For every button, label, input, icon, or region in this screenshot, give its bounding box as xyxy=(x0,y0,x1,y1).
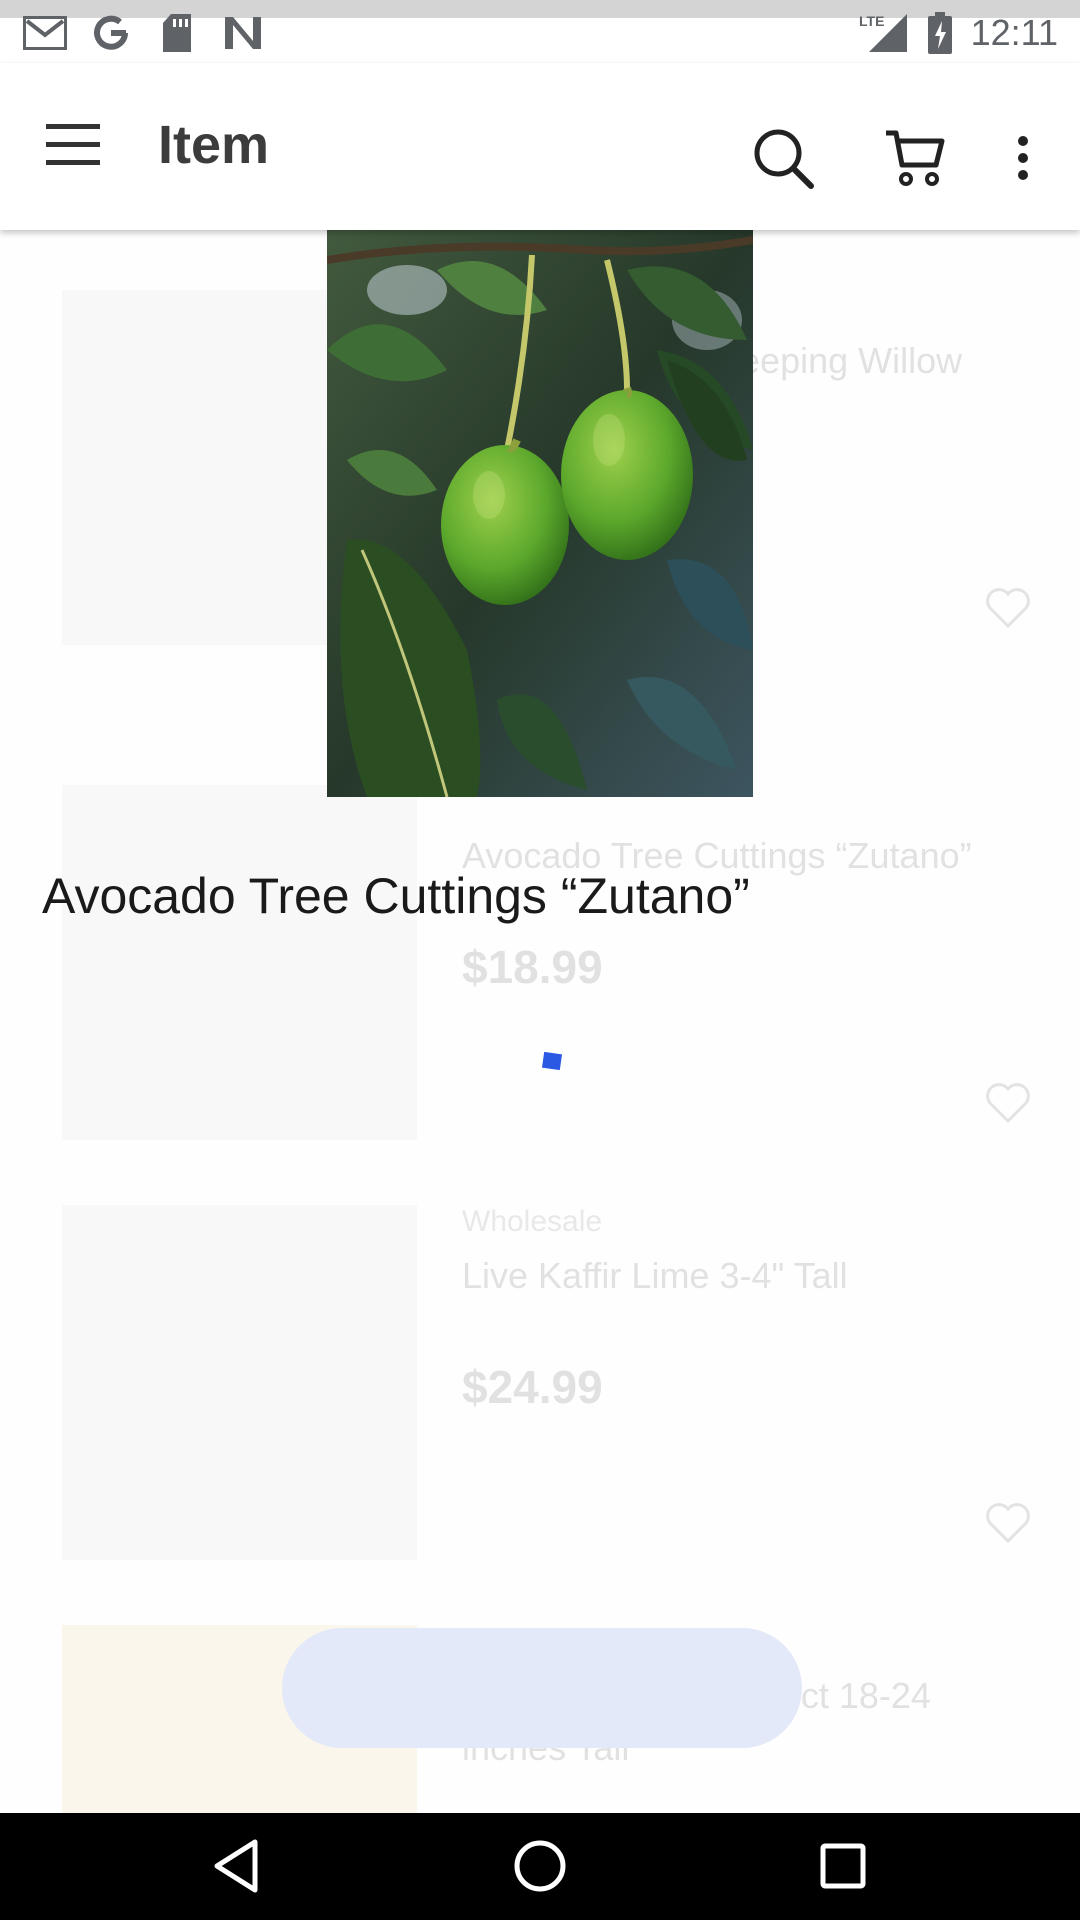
heart-icon xyxy=(986,588,1030,629)
product-name: Live Kaffir Lime 3-4" Tall xyxy=(462,1255,848,1296)
loading-indicator xyxy=(541,1051,563,1071)
menu-icon xyxy=(46,124,100,165)
product-thumbnail xyxy=(62,785,417,1140)
lte-signal-icon: LTE xyxy=(859,10,909,56)
product-title: Avocado Tree Cuttings “Zutano” xyxy=(42,868,750,924)
clock: 12:11 xyxy=(970,12,1058,53)
back-icon xyxy=(214,1839,258,1893)
gmail-icon xyxy=(22,10,68,56)
home-icon xyxy=(514,1840,566,1892)
search-button[interactable] xyxy=(748,123,818,193)
google-icon xyxy=(88,10,134,56)
app-bar: Item xyxy=(0,63,1080,230)
menu-button[interactable] xyxy=(36,107,110,181)
product-seller: Wholesale xyxy=(462,1205,603,1238)
navigation-bar xyxy=(0,1813,1080,1920)
avocado-photo xyxy=(327,230,753,797)
product-thumbnail xyxy=(62,1205,417,1560)
status-bar: LTE 12:11 xyxy=(0,0,1080,63)
cart-button[interactable] xyxy=(878,123,952,193)
product-image xyxy=(327,230,753,797)
heart-icon xyxy=(986,1503,1030,1544)
more-vert-icon xyxy=(1018,136,1028,180)
sd-card-icon xyxy=(154,10,200,56)
list-item: Wholesale Live Kaffir Lime 3-4" Tall $24… xyxy=(62,1205,1032,1565)
search-icon xyxy=(754,129,814,189)
heart-icon xyxy=(986,1083,1030,1124)
recents-icon xyxy=(820,1843,866,1889)
battery-charging-icon xyxy=(925,10,955,56)
recents-button[interactable] xyxy=(810,1833,876,1899)
product-price: $18.99 xyxy=(462,941,603,993)
product-price: $24.99 xyxy=(462,1361,603,1413)
n-app-icon xyxy=(220,10,266,56)
home-button[interactable] xyxy=(507,1833,573,1899)
floating-action-bar xyxy=(282,1628,802,1748)
more-options-button[interactable] xyxy=(1000,123,1046,193)
list-item: Avocado Tree Cuttings “Zutano” $18.99 xyxy=(62,785,1032,1145)
page-title: Item xyxy=(158,115,270,175)
cart-icon xyxy=(886,130,945,186)
back-button[interactable] xyxy=(203,1833,269,1899)
svg-text:LTE: LTE xyxy=(859,13,884,29)
